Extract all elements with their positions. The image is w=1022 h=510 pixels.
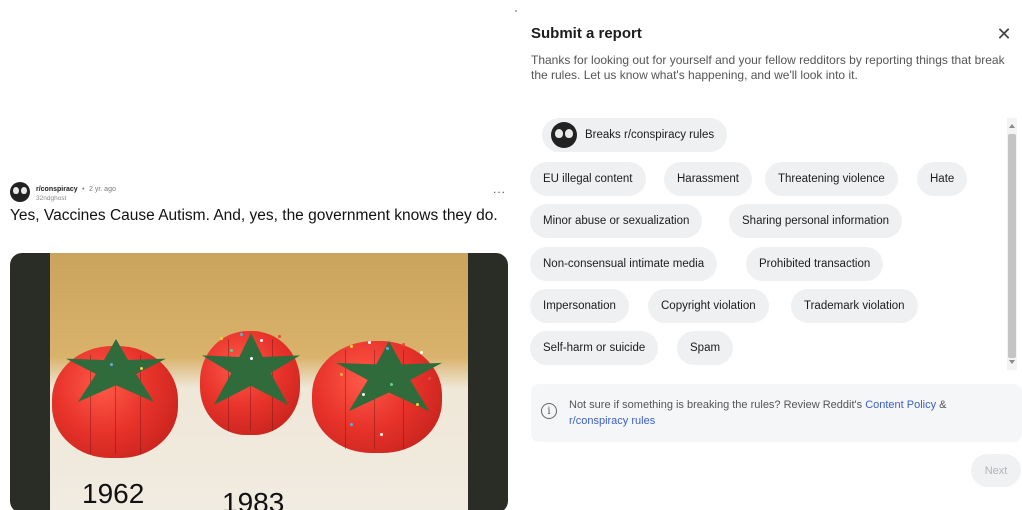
reason-label: Non-consensual intimate media [543, 258, 705, 270]
post-card[interactable]: r/conspiracy • 2 yr. ago 32ndghost ... Y… [0, 178, 512, 510]
scroll-down-icon[interactable] [1009, 360, 1015, 364]
subreddit-avatar[interactable] [10, 182, 30, 202]
help-info-box: i Not sure if something is breaking the … [531, 384, 1022, 442]
reason-minor-abuse[interactable]: Minor abuse or sexualization [530, 204, 703, 238]
help-text-ampersand: & [936, 399, 947, 411]
reason-label: Prohibited transaction [759, 258, 871, 270]
reason-harassment[interactable]: Harassment [664, 162, 752, 196]
reason-label: Sharing personal information [742, 215, 890, 227]
post-author[interactable]: 32ndghost [36, 194, 116, 203]
post-meta: r/conspiracy • 2 yr. ago 32ndghost [36, 182, 116, 203]
pincushion-photo: 1962 1983 [50, 253, 468, 510]
next-button[interactable]: Next [971, 454, 1021, 487]
reason-label: Minor abuse or sexualization [543, 215, 690, 227]
reason-label: Copyright violation [661, 300, 756, 312]
reason-copyright-violation[interactable]: Copyright violation [648, 289, 769, 323]
reason-hate[interactable]: Hate [917, 162, 968, 196]
dialog-description: Thanks for looking out for yourself and … [531, 53, 1005, 82]
post-age: 2 yr. ago [89, 186, 116, 193]
post-overflow-menu-button[interactable]: ... [493, 182, 506, 196]
reason-label: Self-harm or suicide [543, 342, 646, 354]
scroll-thumb[interactable] [1008, 134, 1016, 358]
subreddit-link[interactable]: r/conspiracy [36, 186, 78, 193]
reason-label: Breaks r/conspiracy rules [585, 129, 715, 141]
reason-label: Hate [930, 173, 955, 185]
reason-sharing-personal-info[interactable]: Sharing personal information [729, 204, 903, 238]
post-header: r/conspiracy • 2 yr. ago 32ndghost [10, 182, 116, 203]
meta-separator: • [82, 186, 85, 193]
dialog-title: Submit a report [531, 25, 642, 42]
reason-trademark-violation[interactable]: Trademark violation [791, 289, 918, 323]
help-text: Not sure if something is breaking the ru… [569, 397, 1009, 429]
report-dialog: Submit a report ✕ Thanks for looking out… [515, 0, 1022, 510]
reason-prohibited-transaction[interactable]: Prohibited transaction [746, 247, 884, 281]
reason-eu-illegal-content[interactable]: EU illegal content [530, 162, 646, 196]
image-year-label: 1983 [222, 487, 285, 510]
reason-label: Harassment [677, 173, 739, 185]
help-text-lead: Not sure if something is breaking the ru… [569, 399, 866, 411]
subreddit-rules-link[interactable]: r/conspiracy rules [569, 415, 655, 427]
reason-non-consensual-media[interactable]: Non-consensual intimate media [530, 247, 718, 281]
reason-label: Impersonation [543, 300, 616, 312]
page: r/conspiracy • 2 yr. ago 32ndghost ... Y… [0, 0, 1022, 510]
post-image[interactable]: 1962 1983 [10, 253, 508, 510]
reason-impersonation[interactable]: Impersonation [530, 289, 629, 323]
reason-label: Threatening violence [778, 173, 885, 185]
reason-breaks-subreddit-rules[interactable]: Breaks r/conspiracy rules [542, 118, 728, 152]
info-icon: i [541, 403, 557, 419]
reason-label: Spam [690, 342, 721, 354]
post-title[interactable]: Yes, Vaccines Cause Autism. And, yes, th… [10, 207, 500, 225]
reason-label: Trademark violation [804, 300, 905, 312]
reason-label: EU illegal content [543, 173, 633, 185]
reason-self-harm[interactable]: Self-harm or suicide [530, 331, 659, 365]
image-year-label: 1962 [82, 478, 145, 509]
scroll-up-icon[interactable] [1009, 124, 1015, 128]
subreddit-avatar [551, 122, 577, 148]
content-policy-link[interactable]: Content Policy [865, 399, 936, 411]
reason-list-scrollbar[interactable] [1007, 118, 1017, 370]
reason-spam[interactable]: Spam [677, 331, 734, 365]
reason-threatening-violence[interactable]: Threatening violence [765, 162, 898, 196]
close-icon[interactable]: ✕ [994, 24, 1014, 44]
